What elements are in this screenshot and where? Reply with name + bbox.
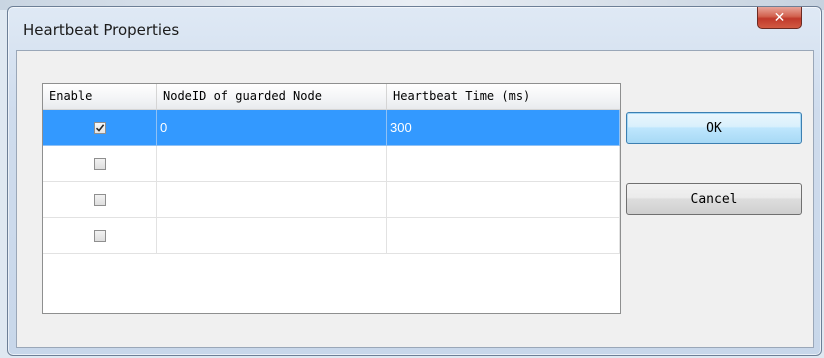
enable-checkbox[interactable] bbox=[93, 157, 106, 170]
enable-checkbox[interactable] bbox=[93, 121, 106, 134]
table-row[interactable] bbox=[43, 218, 620, 254]
heartbeat-time-cell[interactable] bbox=[387, 182, 620, 218]
heartbeat-time-cell[interactable] bbox=[387, 218, 620, 254]
node-id-cell[interactable] bbox=[157, 146, 387, 182]
heartbeat-table[interactable]: Enable NodeID of guarded Node Heartbeat … bbox=[42, 83, 621, 314]
enable-cell bbox=[43, 146, 157, 182]
checkmark-icon bbox=[95, 123, 104, 132]
column-header-enable[interactable]: Enable bbox=[43, 84, 157, 109]
ok-button[interactable]: OK bbox=[626, 112, 802, 144]
enable-checkbox[interactable] bbox=[93, 229, 106, 242]
heartbeat-time-cell[interactable]: 300 bbox=[387, 110, 620, 146]
column-header-node-id[interactable]: NodeID of guarded Node bbox=[157, 84, 387, 109]
cancel-button[interactable]: Cancel bbox=[626, 183, 802, 215]
enable-cell bbox=[43, 182, 157, 218]
table-row[interactable] bbox=[43, 182, 620, 218]
title-bar[interactable]: Heartbeat Properties ✕ bbox=[8, 7, 821, 49]
table-header: Enable NodeID of guarded Node Heartbeat … bbox=[43, 84, 620, 110]
enable-checkbox[interactable] bbox=[93, 193, 106, 206]
node-id-cell[interactable]: 0 bbox=[157, 110, 387, 146]
heartbeat-time-cell[interactable] bbox=[387, 146, 620, 182]
node-id-cell[interactable] bbox=[157, 182, 387, 218]
node-id-cell[interactable] bbox=[157, 218, 387, 254]
close-icon: ✕ bbox=[773, 9, 786, 26]
dialog-client-area: Enable NodeID of guarded Node Heartbeat … bbox=[16, 50, 814, 348]
table-row[interactable] bbox=[43, 146, 620, 182]
table-row[interactable]: 0 300 bbox=[43, 110, 620, 146]
column-header-heartbeat-time[interactable]: Heartbeat Time (ms) bbox=[387, 84, 620, 109]
enable-cell bbox=[43, 218, 157, 254]
enable-cell bbox=[43, 110, 157, 146]
close-button[interactable]: ✕ bbox=[757, 7, 802, 29]
dialog-window: Heartbeat Properties ✕ Enable NodeID of … bbox=[7, 6, 822, 356]
window-title: Heartbeat Properties bbox=[23, 21, 180, 39]
